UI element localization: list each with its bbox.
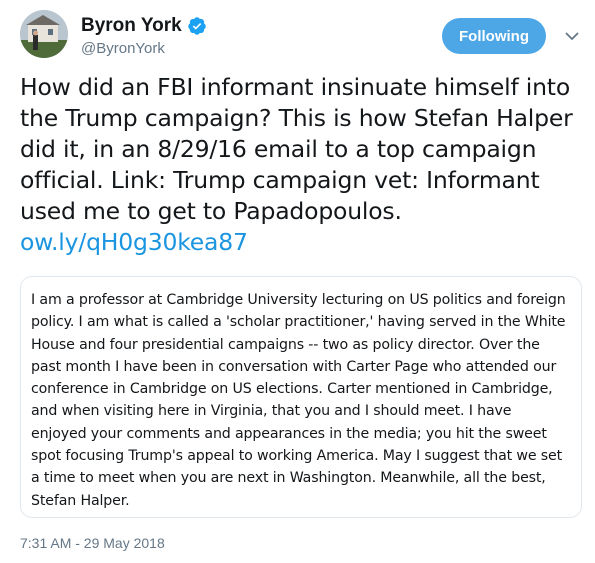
- avatar[interactable]: [20, 10, 68, 58]
- tweet-timestamp[interactable]: 7:31 AM - 29 May 2018: [20, 535, 165, 551]
- verified-badge-icon: [187, 17, 206, 35]
- author-name[interactable]: Byron York: [81, 15, 182, 37]
- attached-image[interactable]: I am a professor at Cambridge University…: [20, 276, 582, 518]
- following-button[interactable]: Following: [442, 18, 546, 54]
- tweet-header: Byron York @ByronYork Following: [20, 10, 579, 60]
- author-handle[interactable]: @ByronYork: [81, 40, 165, 57]
- profile-photo: [20, 10, 68, 58]
- tweet-text: How did an FBI informant insinuate himse…: [20, 73, 573, 225]
- email-text: I am a professor at Cambridge University…: [31, 292, 566, 509]
- chevron-down-icon[interactable]: [564, 28, 580, 44]
- tweet-link[interactable]: ow.ly/qH0g30kea87: [20, 227, 580, 258]
- tweet-body: How did an FBI informant insinuate himse…: [20, 72, 580, 258]
